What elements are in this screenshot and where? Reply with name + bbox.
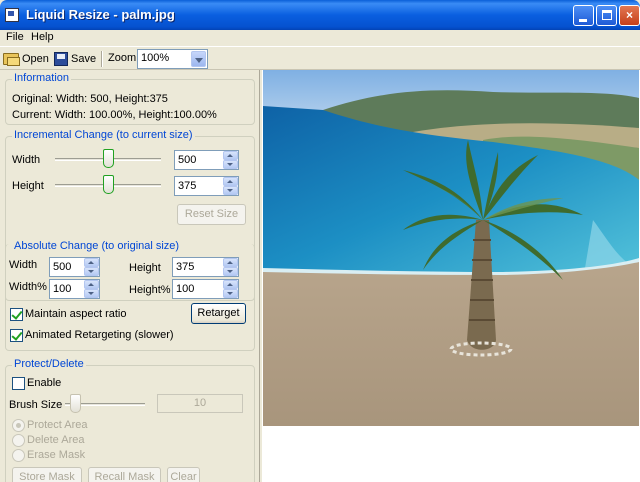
settings-panel: Information Original: Width: 500, Height… [0, 70, 261, 482]
open-label: Open [22, 52, 49, 65]
palm-beach-photo [263, 70, 639, 426]
recall-mask-button[interactable]: Recall Mask [88, 467, 161, 482]
abs-height-spinner[interactable]: 375 [172, 257, 239, 277]
reset-size-button[interactable]: Reset Size [177, 204, 246, 225]
original-size-text: Original: Width: 500, Height:375 [12, 93, 168, 105]
inc-width-label: Width [12, 154, 41, 166]
delete-area-radio[interactable] [12, 434, 25, 447]
absolute-title: Absolute Change (to original size) [12, 240, 182, 252]
information-title: Information [12, 72, 72, 84]
brush-size-field[interactable]: 10 [157, 394, 243, 413]
abs-width-spinner[interactable]: 500 [49, 257, 100, 277]
open-folder-icon [3, 52, 20, 66]
abs-height-pct-spinner[interactable]: 100 [172, 279, 239, 299]
maximize-icon [602, 10, 612, 20]
window-title: Liquid Resize - palm.jpg [26, 7, 175, 22]
save-button[interactable]: Save [54, 50, 96, 67]
protect-delete-group: Protect/Delete Enable Brush Size 10 Prot… [5, 358, 255, 482]
spin-down-icon[interactable] [223, 289, 238, 298]
abs-width-value: 500 [53, 261, 72, 273]
abs-width-pct-spinner[interactable]: 100 [49, 279, 100, 299]
menu-help[interactable]: Help [31, 31, 54, 43]
inc-width-value: 500 [178, 154, 197, 166]
open-button[interactable]: Open [3, 50, 49, 67]
protect-area-label: Protect Area [27, 419, 88, 431]
save-label: Save [71, 52, 97, 65]
brush-size-label: Brush Size [9, 399, 63, 411]
palm-beach-image [263, 70, 639, 426]
minimize-button[interactable] [573, 5, 594, 26]
information-group: Information Original: Width: 500, Height… [5, 72, 255, 125]
inc-width-spin-buttons[interactable] [223, 151, 238, 169]
erase-mask-radio[interactable] [12, 449, 25, 462]
abs-height-value: 375 [176, 261, 195, 273]
abs-height-pct-label: Height% [129, 284, 171, 296]
toolbar-separator [101, 51, 103, 67]
protect-area-radio[interactable] [12, 419, 25, 432]
inc-height-spin-buttons[interactable] [223, 177, 238, 195]
spin-up-icon[interactable] [84, 258, 99, 267]
title-bar[interactable]: Liquid Resize - palm.jpg × [0, 0, 640, 30]
close-icon: × [625, 8, 633, 22]
maintain-aspect-checkbox[interactable] [10, 308, 23, 321]
delete-area-label: Delete Area [27, 434, 85, 446]
inc-width-slider-thumb[interactable] [103, 149, 114, 168]
abs-width-pct-label: Width% [9, 281, 47, 293]
spin-down-icon[interactable] [223, 160, 238, 169]
inc-height-value: 375 [178, 180, 197, 192]
spin-up-icon[interactable] [223, 151, 238, 160]
absolute-change-group: Absolute Change (to original size) Width… [5, 240, 255, 351]
spin-down-icon[interactable] [84, 267, 99, 276]
spin-down-icon[interactable] [84, 289, 99, 298]
image-canvas[interactable] [263, 70, 640, 482]
minimize-icon [579, 19, 587, 22]
abs-width-pct-value: 100 [53, 283, 72, 295]
abs-width-label: Width [9, 259, 38, 271]
app-icon [5, 8, 19, 22]
abs-width-spin-buttons[interactable] [84, 258, 99, 276]
inc-height-slider-thumb[interactable] [103, 175, 114, 194]
abs-height-spin-buttons[interactable] [223, 258, 238, 276]
erase-mask-label: Erase Mask [27, 449, 86, 461]
store-mask-button[interactable]: Store Mask [12, 467, 82, 482]
abs-height-label: Height [129, 262, 161, 274]
enable-checkbox[interactable] [12, 377, 25, 390]
zoom-select[interactable]: 100% [137, 49, 208, 69]
enable-label: Enable [27, 377, 62, 389]
abs-height-pct-spin-buttons[interactable] [223, 280, 238, 298]
incremental-title: Incremental Change (to current size) [12, 129, 195, 141]
brush-size-slider-thumb[interactable] [70, 394, 81, 413]
spin-up-icon[interactable] [223, 177, 238, 186]
inc-height-label: Height [12, 180, 44, 192]
spin-down-icon[interactable] [223, 186, 238, 195]
toolbar: Open Save Zoom 100% [0, 46, 640, 70]
zoom-value: 100% [141, 52, 170, 64]
animated-retargeting-checkbox[interactable] [10, 329, 23, 342]
abs-width-pct-spin-buttons[interactable] [84, 280, 99, 298]
menu-bar: File Help [0, 30, 640, 46]
maximize-button[interactable] [596, 5, 617, 26]
clear-button[interactable]: Clear [167, 467, 200, 482]
current-size-text: Current: Width: 100.00%, Height:100.00% [12, 109, 217, 121]
spin-up-icon[interactable] [223, 280, 238, 289]
chevron-down-icon[interactable] [191, 51, 206, 67]
maintain-aspect-label: Maintain aspect ratio [25, 308, 127, 320]
menu-file[interactable]: File [6, 31, 24, 43]
zoom-label: Zoom [108, 52, 137, 64]
retarget-button[interactable]: Retarget [191, 303, 246, 324]
close-button[interactable]: × [619, 5, 640, 26]
animated-retargeting-label: Animated Retargeting (slower) [25, 329, 174, 341]
spin-down-icon[interactable] [223, 267, 238, 276]
spin-up-icon[interactable] [84, 280, 99, 289]
abs-height-pct-value: 100 [176, 283, 195, 295]
spin-up-icon[interactable] [223, 258, 238, 267]
inc-width-spinner[interactable]: 500 [174, 150, 239, 170]
inc-height-spinner[interactable]: 375 [174, 176, 239, 196]
save-disk-icon [54, 51, 68, 66]
protect-title: Protect/Delete [12, 358, 86, 370]
